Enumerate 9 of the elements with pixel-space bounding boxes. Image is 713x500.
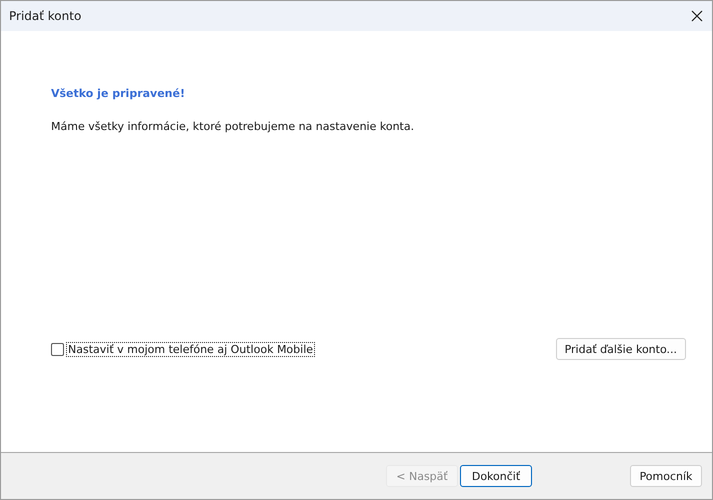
checkbox[interactable] <box>51 343 64 356</box>
heading: Všetko je pripravené! <box>51 87 186 100</box>
close-icon <box>691 10 703 22</box>
message-text: Máme všetky informácie, ktoré potrebujeme na nastavenie konta. <box>51 120 416 133</box>
help-button[interactable]: Pomocník <box>630 465 702 487</box>
window-title: Pridať konto <box>9 9 82 23</box>
add-account-button[interactable]: Pridať ďalšie konto... <box>556 338 686 360</box>
checkbox-label[interactable]: Nastaviť v mojom telefóne aj Outlook Mobile <box>67 343 314 356</box>
wizard-button[interactable]: Dokončiť <box>460 465 532 487</box>
